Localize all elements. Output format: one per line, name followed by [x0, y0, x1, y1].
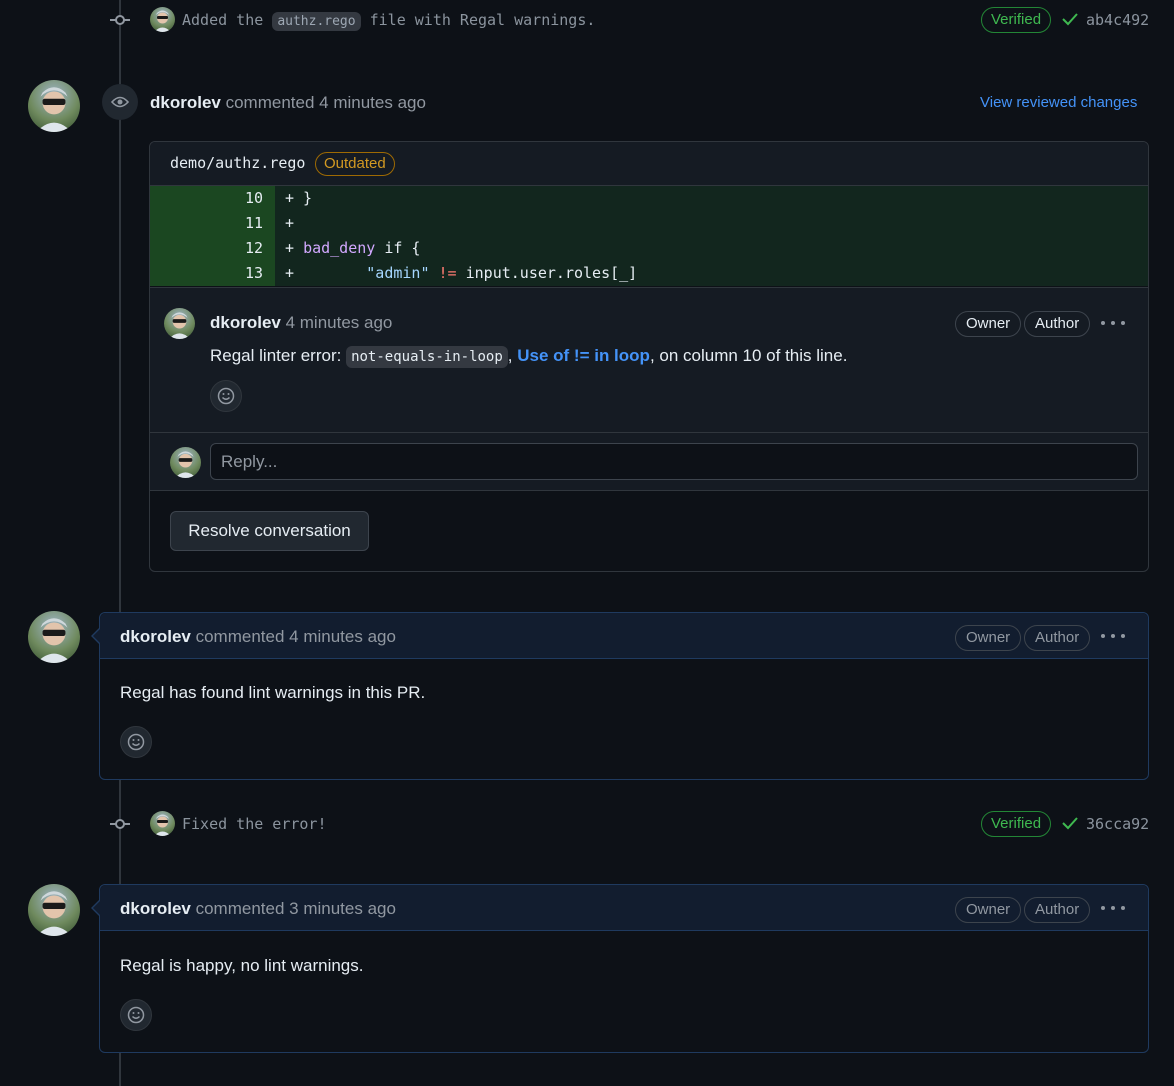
file-header: demo/authz.rego Outdated — [150, 142, 1148, 186]
author-link[interactable]: dkorolev — [120, 627, 191, 646]
owner-badge: Owner — [955, 897, 1022, 923]
line-number: 12 — [150, 236, 275, 261]
avatar[interactable] — [28, 611, 80, 663]
diff-line: 12 + bad_deny if { — [150, 236, 1148, 261]
diff-code: + bad_deny if { — [285, 239, 421, 257]
check-icon — [1061, 11, 1079, 32]
author-link[interactable]: dkorolev — [120, 899, 191, 918]
comment-body: Regal has found lint warnings in this PR… — [120, 683, 426, 702]
avatar — [170, 447, 201, 478]
kebab-horizontal-icon[interactable] — [1101, 628, 1125, 644]
comment-header: dkorolev commented 4 minutes ago Owner A… — [93, 613, 1148, 659]
avatar[interactable] — [150, 7, 175, 32]
owner-badge: Owner — [955, 311, 1022, 337]
author-badge: Author — [1024, 897, 1091, 923]
commit-message[interactable]: Fixed the error! — [182, 815, 327, 833]
avatar[interactable] — [28, 884, 80, 936]
comment-header: dkorolev commented 3 minutes ago Owner A… — [93, 885, 1148, 931]
line-number: 11 — [150, 211, 275, 236]
line-number: 10 — [150, 186, 275, 211]
comment-card: dkorolev commented 4 minutes ago Owner A… — [91, 612, 1149, 780]
verified-badge[interactable]: Verified — [981, 7, 1052, 33]
smiley-icon[interactable] — [210, 380, 242, 412]
owner-badge: Owner — [955, 625, 1022, 651]
smiley-icon[interactable] — [120, 999, 152, 1031]
author-badge: Author — [1024, 625, 1091, 651]
review-comment-box: demo/authz.rego Outdated 10 + } 11 + 12 … — [149, 141, 1149, 572]
commit-sha[interactable]: ab4c492 — [1086, 11, 1149, 29]
outdated-badge: Outdated — [315, 152, 395, 176]
inline-code: not-equals-in-loop — [346, 346, 508, 368]
git-commit-icon — [110, 10, 130, 30]
action-text: commented — [225, 93, 315, 112]
diff-code: + "admin" != input.user.roles[_] — [285, 264, 638, 282]
action-text: commented — [195, 899, 285, 918]
resolve-conversation-button[interactable]: Resolve conversation — [170, 511, 369, 551]
verified-badge[interactable]: Verified — [981, 811, 1052, 837]
timestamp[interactable]: 3 minutes ago — [289, 899, 396, 918]
avatar[interactable] — [28, 80, 80, 132]
commit-sha[interactable]: 36cca92 — [1086, 815, 1149, 833]
timestamp[interactable]: 4 minutes ago — [319, 93, 426, 112]
diff-line: 11 + — [150, 211, 1148, 236]
diff-code: + } — [285, 189, 313, 207]
eye-icon — [102, 84, 138, 120]
diff-line: 10 + } — [150, 186, 1148, 211]
commit-row: Added the authz.rego file with Regal war… — [0, 0, 1174, 40]
comment-body: Regal linter error: not-equals-in-loop, … — [210, 346, 847, 368]
comment-body: Regal is happy, no lint warnings. — [120, 956, 364, 975]
action-text: commented — [195, 627, 285, 646]
line-number: 13 — [150, 261, 275, 286]
author-badge: Author — [1024, 311, 1091, 337]
diff-code: + — [285, 214, 295, 232]
review-thread-comment: dkorolev 4 minutes ago Owner Author Rega… — [150, 287, 1148, 433]
author-link[interactable]: dkorolev — [210, 313, 281, 332]
avatar[interactable] — [150, 811, 175, 836]
commit-row: Fixed the error! Verified 36cca92 — [0, 804, 1174, 844]
review-header: dkorolev commented 4 minutes ago — [150, 93, 426, 113]
file-path-link[interactable]: demo/authz.rego — [170, 154, 305, 172]
kebab-horizontal-icon[interactable] — [1101, 315, 1125, 331]
reply-area: Reply... — [150, 432, 1148, 491]
rule-link[interactable]: Use of != in loop — [517, 346, 650, 365]
author-link[interactable]: dkorolev — [150, 93, 221, 112]
smiley-icon[interactable] — [120, 726, 152, 758]
kebab-horizontal-icon[interactable] — [1101, 900, 1125, 916]
timestamp[interactable]: 4 minutes ago — [289, 627, 396, 646]
timestamp[interactable]: 4 minutes ago — [286, 313, 393, 332]
diff-line: 13 + "admin" != input.user.roles[_] — [150, 261, 1148, 286]
avatar[interactable] — [164, 308, 195, 339]
check-icon — [1061, 815, 1079, 836]
git-commit-icon — [110, 814, 130, 834]
inline-code: authz.rego — [272, 12, 361, 31]
comment-card: dkorolev commented 3 minutes ago Owner A… — [91, 884, 1149, 1053]
commit-message[interactable]: Added the authz.rego file with Regal war… — [182, 11, 595, 31]
reply-input[interactable]: Reply... — [210, 443, 1138, 480]
view-reviewed-changes-link[interactable]: View reviewed changes — [980, 94, 1137, 111]
